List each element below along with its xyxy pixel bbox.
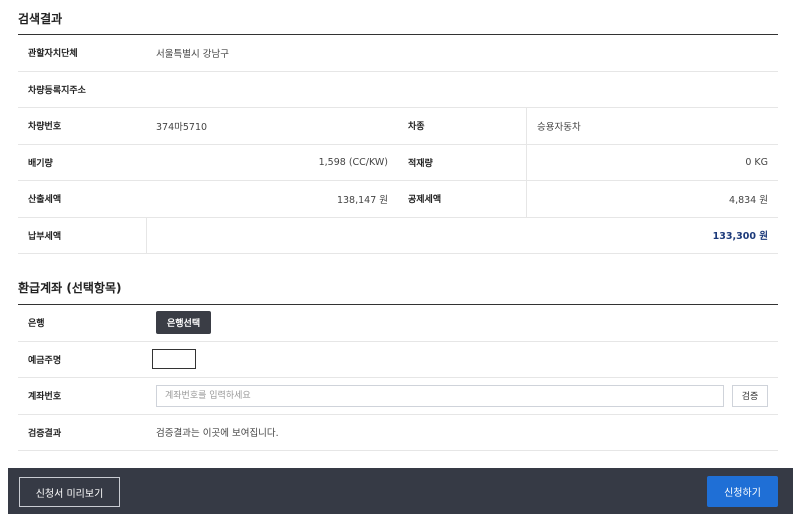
deduct-tax-label: 공제세액 (408, 195, 442, 206)
address-label: 차량등록지주소 (28, 85, 86, 96)
table-row: 은행 은행선택 (18, 305, 778, 342)
bank-select-button[interactable]: 은행선택 (156, 311, 212, 335)
table-row: 계좌번호 검증 (18, 378, 778, 415)
verify-result-value: 검증결과는 이곳에 보여집니다. (156, 428, 279, 440)
displacement-label: 배기량 (28, 158, 53, 169)
address-value (146, 72, 778, 108)
plate-value: 374마5710 (156, 121, 208, 133)
table-row: 관할자치단체 서울특별시 강남구 (18, 35, 778, 72)
verify-result-label: 검증결과 (28, 428, 62, 439)
holder-name-field[interactable] (152, 349, 196, 370)
table-row: 차량등록지주소 (18, 72, 778, 108)
table-row: 예금주명 (18, 342, 778, 378)
plate-label: 차량번호 (28, 122, 62, 133)
deduct-tax-value: 4,834 원 (526, 181, 778, 217)
bank-cell: 은행선택 (146, 305, 778, 341)
load-value: 0 KG (526, 144, 778, 180)
table-row: 산출세액 138,147 원 공제세액 4,834 원 (18, 181, 778, 218)
account-number-input[interactable] (156, 384, 724, 407)
gov-value: 서울특별시 강남구 (156, 48, 229, 60)
load-label: 적재량 (408, 158, 433, 169)
pay-tax-value: 133,300 원 (146, 217, 778, 253)
vehicle-type-label: 차종 (408, 122, 425, 133)
bank-label: 은행 (28, 319, 45, 330)
search-result-table: 관할자치단체 서울특별시 강남구 차량등록지주소 차량번호 374마5710 차… (18, 34, 778, 254)
apply-button[interactable]: 신청하기 (707, 476, 778, 507)
table-row: 검증결과 검증결과는 이곳에 보여집니다. (18, 415, 778, 451)
preview-button[interactable]: 신청서 미리보기 (19, 477, 120, 507)
verify-button[interactable]: 검증 (732, 384, 768, 407)
pay-tax-label: 납부세액 (28, 231, 62, 242)
account-label: 계좌번호 (28, 392, 62, 403)
holder-cell (146, 342, 778, 378)
gov-label: 관할자치단체 (28, 49, 78, 60)
refund-table: 은행 은행선택 예금주명 계좌번호 검증 검증결과 검증결과는 이곳에 보여집니… (18, 304, 778, 451)
calc-tax-label: 산출세액 (28, 195, 62, 206)
calc-tax-value: 138,147 원 (336, 194, 388, 206)
holder-label: 예금주명 (28, 355, 62, 366)
table-row: 납부세액 133,300 원 (18, 217, 778, 254)
account-cell: 검증 (146, 378, 778, 414)
table-row: 배기량 1,598 (CC/KW) 적재량 0 KG (18, 144, 778, 181)
bottom-action-bar: 신청서 미리보기 신청하기 (8, 468, 793, 514)
displacement-value: 1,598 (CC/KW) (318, 156, 388, 168)
vehicle-type-value: 승용자동차 (526, 108, 778, 144)
table-row: 차량번호 374마5710 차종 승용자동차 (18, 108, 778, 145)
refund-title: 환급계좌 (선택항목) (18, 281, 122, 295)
search-result-title: 검색결과 (18, 12, 63, 26)
